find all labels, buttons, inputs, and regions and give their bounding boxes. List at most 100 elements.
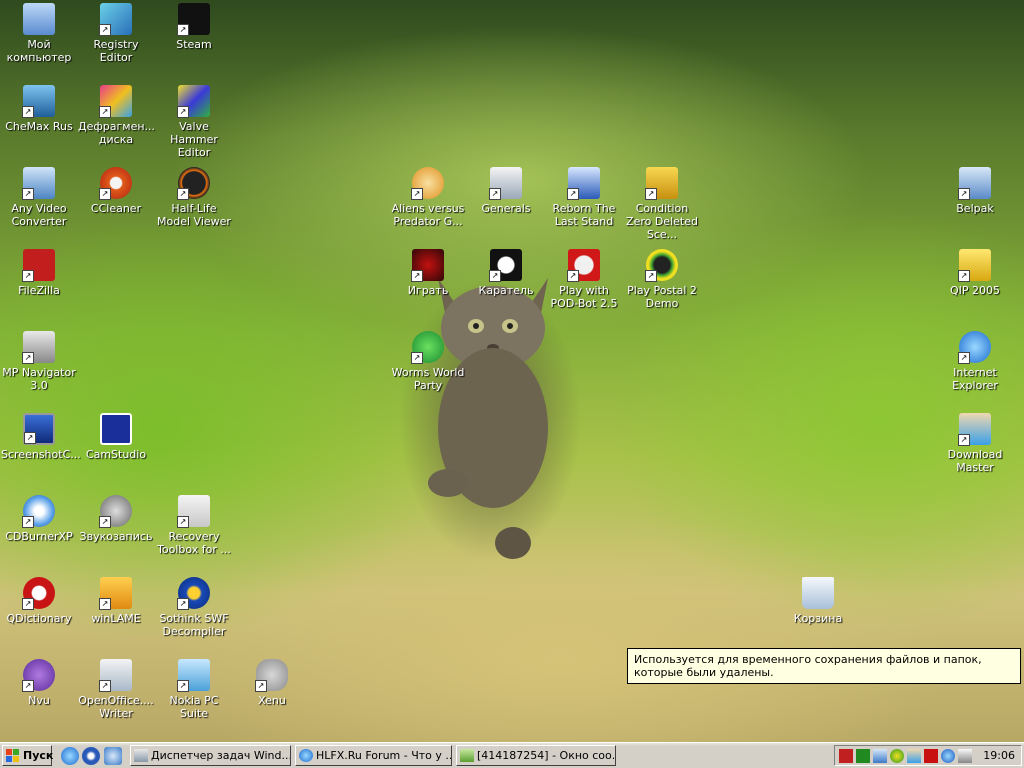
generals-shortcut[interactable]: ↗ Generals	[468, 167, 544, 215]
game-emblem-icon: ↗	[411, 249, 444, 282]
start-label: Пуск	[23, 749, 54, 762]
quick-launch-media-player-icon[interactable]	[82, 747, 100, 765]
skull-icon: ↗	[489, 249, 522, 282]
chemax-shortcut[interactable]: ↗ CheMax Rus	[1, 85, 77, 133]
windows-flag-icon	[6, 749, 19, 762]
system-tray: 19:06	[834, 745, 1022, 766]
sothink-icon: ↗	[177, 577, 210, 610]
filezilla-shortcut[interactable]: ↗ FileZilla	[1, 249, 77, 297]
defrag-shortcut[interactable]: ↗ Дефрагмен... диска	[78, 85, 155, 146]
reborn-shortcut[interactable]: ↗ Reborn The Last Stand	[546, 167, 622, 228]
globe-icon: ↗	[411, 331, 444, 364]
clock[interactable]: 19:06	[983, 749, 1015, 763]
valve-hammer-shortcut[interactable]: ↗ Valve Hammer Editor	[156, 85, 232, 159]
alien-icon: ↗	[255, 659, 288, 692]
nvu-icon: ↗	[22, 659, 55, 692]
shortcut-arrow-icon: ↗	[645, 270, 657, 282]
reborn-icon: ↗	[567, 167, 600, 200]
steam-shortcut[interactable]: ↗ Steam	[156, 3, 232, 51]
internet-explorer-shortcut[interactable]: ↗ Internet Explorer	[937, 331, 1013, 392]
shortcut-arrow-icon: ↗	[567, 270, 579, 282]
podbot-shortcut[interactable]: ↗ Play with POD-Bot 2.5	[546, 249, 622, 310]
mp-navigator-shortcut[interactable]: ↗ MP Navigator 3.0	[1, 331, 77, 392]
shortcut-arrow-icon: ↗	[22, 598, 34, 610]
tray-app-icon[interactable]	[958, 749, 972, 763]
tray-qip-flower-icon[interactable]	[890, 749, 904, 763]
shortcut-arrow-icon: ↗	[99, 516, 111, 528]
hammer-icon: ↗	[177, 85, 210, 118]
task-button-message-window[interactable]: [414187254] - Окно соо...	[456, 745, 616, 766]
sound-recorder-shortcut[interactable]: ↗ Звукозапись	[78, 495, 154, 543]
openoffice-writer-shortcut[interactable]: ↗ OpenOffice.... Writer	[78, 659, 154, 720]
play-shortcut[interactable]: ↗ Играть	[390, 249, 466, 297]
shortcut-arrow-icon: ↗	[22, 188, 34, 200]
taskbar: Пуск Диспетчер задач Wind... HLFX.Ru For…	[0, 742, 1024, 768]
qip-shortcut[interactable]: ↗ QIP 2005	[937, 249, 1013, 297]
quick-launch-show-desktop-icon[interactable]	[104, 747, 122, 765]
monitor-icon: ↗	[23, 413, 55, 445]
desktop[interactable]: Мой компьютер ↗ CheMax Rus ↗ Any Video C…	[0, 0, 1024, 742]
kitten-wallpaper	[428, 278, 548, 559]
shortcut-arrow-icon: ↗	[22, 516, 34, 528]
shortcut-arrow-icon: ↗	[411, 188, 423, 200]
any-video-converter-shortcut[interactable]: ↗ Any Video Converter	[1, 167, 77, 228]
shortcut-arrow-icon: ↗	[958, 352, 970, 364]
tooltip-text: Используется для временного сохранения ф…	[634, 653, 982, 679]
tray-green-icon[interactable]	[856, 749, 870, 763]
ccleaner-shortcut[interactable]: ↗ CCleaner	[78, 167, 154, 215]
message-window-icon	[460, 749, 474, 762]
start-button[interactable]: Пуск	[2, 745, 54, 766]
tray-globe-icon[interactable]	[941, 749, 955, 763]
screenshot-shortcut[interactable]: ↗ ScreenshotC...	[1, 413, 81, 461]
shortcut-arrow-icon: ↗	[99, 598, 111, 610]
cdburnerxp-shortcut[interactable]: ↗ CDBurnerXP	[1, 495, 77, 543]
download-icon: ↗	[958, 413, 991, 446]
task-manager-icon	[134, 749, 148, 762]
half-life-icon: ↗	[177, 167, 210, 200]
nokia-pc-suite-shortcut[interactable]: ↗ Nokia PC Suite	[156, 659, 232, 720]
recycle-bin-icon[interactable]: Корзина	[780, 577, 856, 625]
quick-launch-ie-icon[interactable]	[61, 747, 79, 765]
internet-explorer-icon: ↗	[958, 331, 991, 364]
shortcut-arrow-icon: ↗	[177, 106, 189, 118]
task-button-task-manager[interactable]: Диспетчер задач Wind...	[130, 745, 291, 766]
ccleaner-icon: ↗	[99, 167, 132, 200]
shortcut-arrow-icon: ↗	[177, 188, 189, 200]
winlame-shortcut[interactable]: ↗ winLAME	[78, 577, 154, 625]
registry-editor-shortcut[interactable]: ↗ Registry Editor	[78, 3, 154, 64]
nokia-icon: ↗	[177, 659, 210, 692]
camstudio-icon	[100, 413, 132, 445]
shortcut-arrow-icon: ↗	[255, 680, 267, 692]
sothink-shortcut[interactable]: ↗ Sothink SWF Decompiler	[156, 577, 232, 638]
nvu-shortcut[interactable]: ↗ Nvu	[1, 659, 77, 707]
my-computer-icon[interactable]: Мой компьютер	[1, 3, 77, 64]
recycle-bin-tooltip: Используется для временного сохранения ф…	[627, 648, 1021, 684]
tray-language-icon[interactable]	[924, 749, 938, 763]
cz-deleted-scenes-shortcut[interactable]: ↗ Condition Zero Deleted Sce...	[624, 167, 700, 241]
recovery-toolbox-shortcut[interactable]: ↗ Recovery Toolbox for ...	[156, 495, 232, 556]
tray-download-icon[interactable]	[907, 749, 921, 763]
defrag-icon: ↗	[99, 85, 132, 118]
half-life-icon: ↗	[567, 249, 600, 282]
tray-monitor-icon[interactable]	[839, 749, 853, 763]
avp-shortcut[interactable]: ↗ Aliens versus Predator G...	[390, 167, 466, 228]
shortcut-arrow-icon: ↗	[645, 188, 657, 200]
shortcut-arrow-icon: ↗	[99, 24, 111, 36]
download-master-shortcut[interactable]: ↗ Download Master	[937, 413, 1013, 474]
qdictionary-icon: ↗	[22, 577, 55, 610]
tray-network-icon[interactable]	[873, 749, 887, 763]
shortcut-arrow-icon: ↗	[22, 106, 34, 118]
camstudio-shortcut[interactable]: CamStudio	[78, 413, 154, 461]
filezilla-icon: ↗	[22, 249, 55, 282]
shortcut-arrow-icon: ↗	[177, 516, 189, 528]
worms-shortcut[interactable]: ↗ Worms World Party	[390, 331, 466, 392]
qdictionary-shortcut[interactable]: ↗ QDictionary	[1, 577, 77, 625]
speaker-icon: ↗	[99, 495, 132, 528]
hl-model-viewer-shortcut[interactable]: ↗ Half-Life Model Viewer	[156, 167, 232, 228]
postal2-shortcut[interactable]: ↗ Play Postal 2 Demo	[624, 249, 700, 310]
xenu-shortcut[interactable]: ↗ Xenu	[234, 659, 310, 707]
scanner-icon: ↗	[22, 331, 55, 364]
punisher-shortcut[interactable]: ↗ Каратель	[468, 249, 544, 297]
task-button-browser[interactable]: HLFX.Ru Forum - Что у ...	[295, 745, 452, 766]
belpak-shortcut[interactable]: ↗ Belpak	[937, 167, 1013, 215]
